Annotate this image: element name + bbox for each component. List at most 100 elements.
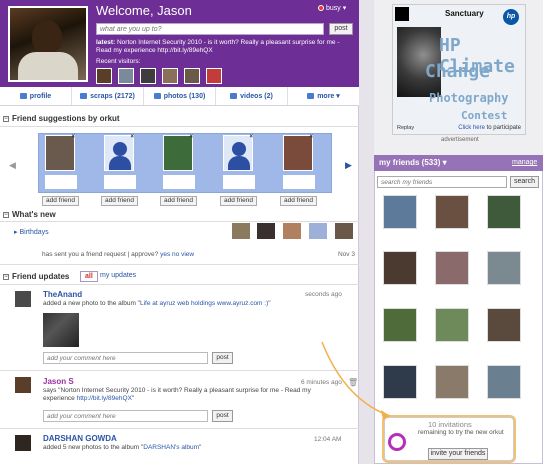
suggestion-name[interactable] bbox=[223, 175, 255, 189]
close-icon[interactable]: × bbox=[71, 134, 75, 140]
arrow-right-icon[interactable]: ▶ bbox=[345, 160, 352, 171]
suggestion-photo[interactable]: × bbox=[104, 134, 134, 171]
suggestion-photo[interactable]: × bbox=[163, 134, 193, 171]
friend-thumbnail[interactable] bbox=[487, 195, 521, 229]
birthdays-link[interactable]: ▸ Birthdays bbox=[14, 228, 49, 236]
divider bbox=[0, 284, 359, 285]
status-label: busy bbox=[326, 4, 341, 12]
collapse-icon: − bbox=[3, 273, 9, 280]
album-link[interactable]: DARSHAN's album bbox=[143, 444, 199, 451]
close-icon[interactable]: × bbox=[130, 134, 134, 140]
visitor-avatar[interactable] bbox=[96, 68, 112, 84]
add-friend-button[interactable]: add friend bbox=[101, 196, 138, 206]
suggestion-photo[interactable]: × bbox=[283, 134, 313, 171]
friend-thumbnail[interactable] bbox=[435, 195, 469, 229]
friends-title[interactable]: my friends (533) ▾ bbox=[379, 158, 447, 167]
birthday-thumbnail[interactable] bbox=[257, 223, 275, 239]
status-badge[interactable]: busy ▾ bbox=[318, 4, 346, 12]
visitor-avatar[interactable] bbox=[206, 68, 222, 84]
close-icon[interactable]: × bbox=[189, 134, 193, 140]
invite-friends-button[interactable]: invite your friends bbox=[428, 448, 488, 460]
whats-new-heading[interactable]: − What's new bbox=[3, 210, 56, 219]
avatar[interactable] bbox=[8, 6, 88, 82]
friend-thumbnail[interactable] bbox=[383, 365, 417, 399]
friend-thumbnail[interactable] bbox=[435, 251, 469, 285]
visitor-avatar[interactable] bbox=[184, 68, 200, 84]
nav-more[interactable]: more ▾ bbox=[288, 87, 359, 105]
post-comment-button[interactable]: post bbox=[212, 410, 233, 422]
search-button[interactable]: search bbox=[510, 176, 539, 188]
suggestion-name[interactable] bbox=[45, 175, 77, 189]
update-author[interactable]: DARSHAN GOWDA bbox=[43, 434, 117, 443]
friend-thumbnail[interactable] bbox=[383, 251, 417, 285]
nav-scraps[interactable]: scraps (2172) bbox=[72, 87, 144, 105]
friend-thumbnail[interactable] bbox=[487, 308, 521, 342]
tab-my-updates[interactable]: my updates bbox=[100, 272, 136, 279]
suggestion-name[interactable] bbox=[104, 175, 136, 189]
ad-cta[interactable]: Click here to participate bbox=[458, 125, 521, 131]
photos-icon bbox=[153, 93, 161, 99]
post-status-button[interactable]: post bbox=[329, 23, 353, 35]
view-link[interactable]: view bbox=[181, 251, 194, 258]
invitations-count: 10 invitations bbox=[428, 420, 472, 429]
close-icon[interactable]: × bbox=[309, 134, 313, 140]
approve-no-link[interactable]: no bbox=[172, 251, 179, 258]
nav-videos[interactable]: videos (2) bbox=[216, 87, 288, 105]
post-comment-button[interactable]: post bbox=[212, 352, 233, 364]
status-link[interactable]: http://bit.ly/89ehQX bbox=[77, 395, 132, 402]
update-avatar[interactable] bbox=[15, 291, 31, 307]
invitations-text: remaining to try the new orkut bbox=[418, 429, 504, 436]
friend-thumbnail[interactable] bbox=[487, 365, 521, 399]
ad-line4: Contest bbox=[461, 109, 508, 122]
friend-thumbnail[interactable] bbox=[487, 251, 521, 285]
add-friend-button[interactable]: add friend bbox=[160, 196, 197, 206]
update-author[interactable]: TheAnand bbox=[43, 290, 82, 299]
suggestions-heading[interactable]: − Friend suggestions by orkut bbox=[3, 114, 120, 123]
friend-thumbnail[interactable] bbox=[383, 195, 417, 229]
visitor-avatar[interactable] bbox=[162, 68, 178, 84]
welcome-title: Welcome, Jason bbox=[96, 3, 192, 18]
status-input[interactable] bbox=[96, 23, 324, 35]
ad-line2: Change bbox=[425, 61, 491, 82]
search-friends-input[interactable] bbox=[377, 176, 507, 188]
manage-friends-link[interactable]: manage bbox=[512, 159, 537, 166]
ad-replay[interactable]: Replay bbox=[397, 125, 414, 131]
update-author[interactable]: Jason S bbox=[43, 377, 74, 386]
nav-photos[interactable]: photos (130) bbox=[144, 87, 216, 105]
update-photo[interactable] bbox=[43, 313, 79, 347]
suggestion-photo[interactable]: × bbox=[45, 134, 75, 171]
birthday-thumbnail[interactable] bbox=[232, 223, 250, 239]
friend-updates-heading[interactable]: − Friend updates bbox=[3, 272, 69, 281]
arrow-left-icon[interactable]: ◀ bbox=[9, 160, 16, 171]
update-text: added 5 new photos to the album "DARSHAN… bbox=[43, 444, 202, 451]
update-avatar[interactable] bbox=[15, 435, 31, 451]
update-avatar[interactable] bbox=[15, 377, 31, 393]
comment-input[interactable] bbox=[43, 410, 208, 422]
close-icon[interactable]: × bbox=[249, 134, 253, 140]
suggestion-name[interactable] bbox=[283, 175, 315, 189]
update-text: says "Norton Internet Security 2010 - is… bbox=[43, 387, 311, 402]
hp-logo-icon: hp bbox=[503, 9, 519, 25]
visitor-avatar[interactable] bbox=[140, 68, 156, 84]
friend-request-row: has sent you a friend request | approve?… bbox=[42, 251, 195, 258]
visitor-avatar[interactable] bbox=[118, 68, 134, 84]
add-friend-button[interactable]: add friend bbox=[220, 196, 257, 206]
friend-thumbnail[interactable] bbox=[435, 365, 469, 399]
nav-profile[interactable]: profile bbox=[0, 87, 72, 105]
add-friend-button[interactable]: add friend bbox=[42, 196, 79, 206]
add-friend-button[interactable]: add friend bbox=[280, 196, 317, 206]
approve-yes-link[interactable]: yes bbox=[160, 251, 170, 258]
album-link[interactable]: Life at ayruz web holdings www.ayruz.com… bbox=[140, 300, 268, 307]
suggestion-name[interactable] bbox=[163, 175, 195, 189]
suggestion-photo[interactable]: × bbox=[223, 134, 253, 171]
busy-status-icon bbox=[318, 5, 324, 11]
comment-input[interactable] bbox=[43, 352, 208, 364]
friend-thumbnail[interactable] bbox=[435, 308, 469, 342]
trash-icon[interactable]: 🗑 bbox=[348, 378, 358, 387]
birthday-thumbnail[interactable] bbox=[335, 223, 353, 239]
friend-thumbnail[interactable] bbox=[383, 308, 417, 342]
birthday-thumbnail[interactable] bbox=[309, 223, 327, 239]
advertisement-banner[interactable]: Sanctuary hp HP Climate Change Photograp… bbox=[392, 4, 526, 135]
tab-all[interactable]: all bbox=[80, 271, 98, 282]
birthday-thumbnail[interactable] bbox=[283, 223, 301, 239]
